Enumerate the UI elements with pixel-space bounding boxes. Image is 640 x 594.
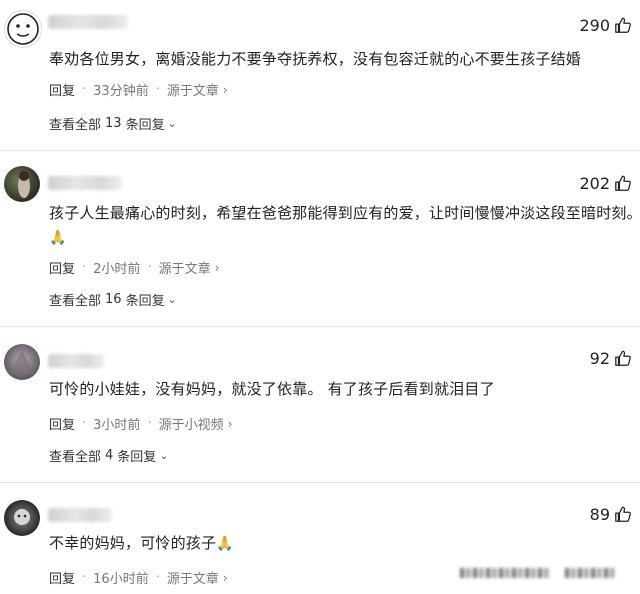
comment-text: 可怜的小娃娃，没有妈妈，就没了依靠。 有了孩子后看到就泪目了 bbox=[49, 380, 495, 398]
reply-button[interactable]: 回复 bbox=[49, 80, 75, 99]
like-count: 89 bbox=[589, 504, 610, 524]
blurred-watermark bbox=[460, 568, 550, 578]
thumbs-up-icon bbox=[615, 506, 631, 522]
comment-emoji: 🙏 bbox=[49, 224, 67, 251]
divider bbox=[0, 326, 640, 327]
comment-meta: 回复 · 2小时前 · 源于文章 › bbox=[49, 258, 220, 277]
view-all-replies-button[interactable]: 查看全部 13 条回复 ⌄ bbox=[49, 114, 177, 133]
like-button[interactable]: 202 bbox=[579, 172, 632, 194]
comment-text: 奉劝各位男女，离婚没能力不要争夺抚养权，没有包容迁就的心不要生孩子结婚 bbox=[49, 50, 582, 68]
username-blurred[interactable] bbox=[48, 15, 128, 29]
view-all-replies-button[interactable]: 查看全部 4 条回复 ⌄ bbox=[49, 446, 169, 465]
avatar-photo-icon bbox=[18, 171, 30, 198]
avatar-face-icon bbox=[7, 13, 39, 45]
comment-meta: 回复 · 33分钟前 · 源于文章 › bbox=[49, 80, 228, 99]
chevron-down-icon: ⌄ bbox=[167, 117, 177, 130]
thumbs-up-icon bbox=[615, 175, 631, 191]
like-count: 290 bbox=[579, 15, 610, 35]
like-count: 92 bbox=[589, 348, 610, 368]
comment-meta: 回复 · 16小时前 · 源于文章 › bbox=[49, 568, 228, 587]
avatar[interactable] bbox=[4, 166, 40, 202]
like-button[interactable]: 290 bbox=[579, 14, 632, 36]
reply-button[interactable]: 回复 bbox=[49, 568, 75, 587]
username-blurred[interactable] bbox=[48, 176, 122, 190]
chevron-right-icon[interactable]: › bbox=[215, 261, 220, 275]
blurred-watermark bbox=[565, 568, 615, 578]
thumbs-up-icon bbox=[615, 17, 631, 33]
avatar[interactable] bbox=[4, 500, 40, 536]
divider bbox=[0, 482, 640, 483]
view-all-replies-button[interactable]: 查看全部 16 条回复 ⌄ bbox=[49, 290, 177, 309]
source-link[interactable]: 源于文章 bbox=[167, 568, 219, 587]
chevron-right-icon[interactable]: › bbox=[228, 417, 233, 431]
chevron-right-icon[interactable]: › bbox=[223, 83, 228, 97]
divider bbox=[0, 150, 640, 151]
username-blurred[interactable] bbox=[48, 354, 104, 368]
comment-item: 92 可怜的小娃娃，没有妈妈，就没了依靠。 有了孩子后看到就泪目了 回复 · 3… bbox=[0, 336, 640, 476]
comment-item: 202 孩子人生最痛心的时刻，希望在爸爸那能得到应有的爱，让时间慢慢冲淡这段至暗… bbox=[0, 160, 640, 320]
source-link[interactable]: 源于小视频 bbox=[159, 414, 224, 433]
comment-time: 16小时前 bbox=[93, 572, 149, 587]
comment-text: 孩子人生最痛心的时刻，希望在爸爸那能得到应有的爱，让时间慢慢冲淡这段至暗时刻。 bbox=[49, 204, 640, 222]
chevron-down-icon: ⌄ bbox=[159, 449, 169, 462]
avatar-photo-icon bbox=[10, 350, 34, 374]
reply-button[interactable]: 回复 bbox=[49, 414, 75, 433]
praying-hands-icon: 🙏 bbox=[216, 536, 234, 552]
like-button[interactable]: 92 bbox=[590, 347, 632, 369]
comment-text: 不幸的妈妈，可怜的孩子🙏 bbox=[49, 530, 234, 557]
avatar-photo-icon bbox=[14, 509, 30, 525]
reply-button[interactable]: 回复 bbox=[49, 258, 75, 277]
comment-item: 89 不幸的妈妈，可怜的孩子🙏 回复 · 16小时前 · 源于文章 › bbox=[0, 492, 640, 594]
comment-item: 290 奉劝各位男女，离婚没能力不要争夺抚养权，没有包容迁就的心不要生孩子结婚 … bbox=[0, 0, 640, 145]
thumbs-up-icon bbox=[615, 350, 631, 366]
praying-hands-icon: 🙏 bbox=[49, 230, 67, 246]
comment-time: 33分钟前 bbox=[93, 84, 149, 99]
source-link[interactable]: 源于文章 bbox=[159, 258, 211, 277]
username-blurred[interactable] bbox=[48, 508, 112, 522]
like-count: 202 bbox=[579, 173, 610, 193]
chevron-down-icon: ⌄ bbox=[167, 293, 177, 306]
avatar[interactable] bbox=[4, 344, 40, 380]
source-link[interactable]: 源于文章 bbox=[167, 80, 219, 99]
avatar[interactable] bbox=[4, 10, 42, 48]
comment-time: 2小时前 bbox=[93, 262, 141, 277]
chevron-right-icon[interactable]: › bbox=[223, 571, 228, 585]
comment-time: 3小时前 bbox=[93, 418, 141, 433]
like-button[interactable]: 89 bbox=[590, 503, 632, 525]
comment-meta: 回复 · 3小时前 · 源于小视频 › bbox=[49, 414, 233, 433]
